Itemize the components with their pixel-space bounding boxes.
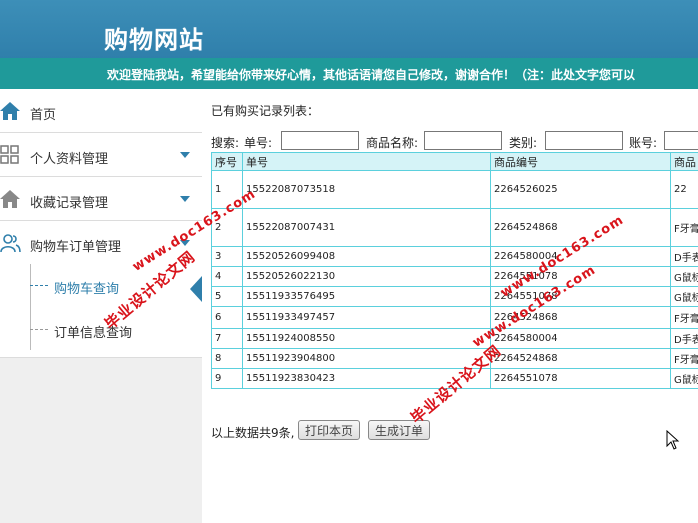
product-name-input[interactable] [424, 131, 502, 150]
column-header[interactable]: 商品编号 [490, 152, 671, 171]
table-cell: G鼠标 [670, 286, 698, 307]
sidebar-item-home[interactable]: 首页 [0, 89, 202, 133]
search-bar: 搜索: 单号: 商品名称: 类别: 账号: [211, 131, 698, 151]
home-icon [0, 102, 20, 120]
table-cell: G鼠标 [670, 368, 698, 389]
table-row[interactable]: 7155119240085502264580004D手表 [211, 328, 698, 349]
table-row[interactable]: 1 15522087073518 2264526025 22 [211, 170, 698, 209]
account-label: 账号: [629, 136, 658, 150]
table-cell: 15522087007431 [242, 208, 491, 247]
record-count: 以上数据共9条, [211, 426, 295, 440]
table-cell: 22 [670, 170, 698, 209]
table-cell: 15511924008550 [242, 328, 491, 349]
tree-dash [30, 329, 48, 330]
grid-icon [0, 145, 19, 164]
print-page-button[interactable]: 打印本页 [298, 420, 361, 440]
table-body: 1 15522087073518 2264526025 22 2 155220870074… [211, 170, 698, 389]
marquee-text: 欢迎登陆我站，希望能给你带来好心情，其他话语请您自己修改，谢谢合作！（注：此处文… [107, 68, 636, 82]
table-cell: 9 [211, 368, 243, 389]
category-label: 类别: [509, 136, 538, 150]
sidebar-item-label: 个人资料管理 [30, 152, 109, 167]
list-caption: 已有购买记录列表： [211, 104, 320, 118]
table-cell: 5 [211, 286, 243, 307]
table-cell: 15522087073518 [242, 170, 491, 209]
column-header[interactable]: 序号 [211, 152, 243, 171]
table-cell: F牙膏 [670, 348, 698, 369]
table-cell: D手表 [670, 328, 698, 349]
table-cell: 8 [211, 348, 243, 369]
table-row[interactable]: 6 15511933497457 2264524868 F牙膏 [211, 306, 698, 329]
table-cell: 15520526022130 [242, 266, 491, 287]
sidebar-item-favorites[interactable]: 收藏记录管理 [0, 177, 202, 221]
header-bar: 购物网站 [0, 0, 698, 58]
table-row[interactable]: 4155205260221302264551078G鼠标 [211, 266, 698, 287]
search-prefix-label: 搜索: [211, 136, 240, 150]
chevron-down-icon [180, 152, 190, 158]
table-cell: 4 [211, 266, 243, 287]
table-cell: 7 [211, 328, 243, 349]
table-row[interactable]: 2 15522087007431 2264524868 F牙膏 [211, 208, 698, 247]
table-row[interactable]: 3155205260994082264580004D手表 [211, 246, 698, 267]
table-cell: 6 [211, 306, 243, 329]
site-title: 购物网站 [104, 26, 204, 54]
table-cell: 3 [211, 246, 243, 267]
table-cell: 2264526025 [490, 170, 671, 209]
home-icon [0, 190, 20, 208]
table-cell: 15511933576495 [242, 286, 491, 307]
submenu-item-label: 购物车查询 [54, 282, 120, 297]
sidebar: 首页 个人资料管理 收藏记录管理 购物车订单管理 购物车查询 订单信息查询 [0, 89, 202, 523]
marquee-bar: 欢迎登陆我站，希望能给你带来好心情，其他话语请您自己修改，谢谢合作！（注：此处文… [0, 58, 698, 89]
submenu-item-order-query[interactable]: 订单信息查询 [0, 308, 202, 352]
table-cell: 15511923904800 [242, 348, 491, 369]
sidebar-item-label: 首页 [30, 108, 57, 123]
table-cell: 2264580004 [490, 328, 671, 349]
users-icon [0, 234, 21, 253]
column-header[interactable]: 单号 [242, 152, 491, 171]
tree-dash [30, 285, 48, 286]
table-row[interactable]: 5155119335764952264551078G鼠标 [211, 286, 698, 307]
column-header[interactable]: 商品 [670, 152, 698, 171]
product-name-label: 商品名称: [366, 136, 419, 150]
table-header-row: 序号 单号 商品编号 商品 [211, 152, 698, 171]
table-cell: 2264551078 [490, 368, 671, 389]
category-input[interactable] [545, 131, 623, 150]
table-cell: 2264524868 [490, 348, 671, 369]
table-cell: F牙膏 [670, 306, 698, 329]
table-row[interactable]: 8 15511923904800 2264524868 F牙膏 [211, 348, 698, 369]
mouse-pointer-icon [666, 430, 680, 450]
content-clip: 已有购买记录列表： 搜索: 单号: 商品名称: 类别: 账号: 序号 单号 商品… [202, 89, 698, 523]
table-cell: G鼠标 [670, 266, 698, 287]
active-indicator-icon [190, 276, 202, 302]
purchase-table: 序号 单号 商品编号 商品 1 15522087073518 2264526025 2… [211, 152, 698, 389]
order-no-label: 单号: [244, 136, 273, 150]
account-input[interactable] [664, 131, 698, 150]
table-cell: F牙膏 [670, 208, 698, 247]
order-no-input[interactable] [281, 131, 359, 150]
main-content: 已有购买记录列表： 搜索: 单号: 商品名称: 类别: 账号: 序号 单号 商品… [202, 89, 698, 523]
sidebar-item-label: 购物车订单管理 [30, 240, 122, 255]
chevron-down-icon [180, 196, 190, 202]
sidebar-item-profile[interactable]: 个人资料管理 [0, 133, 202, 177]
table-cell: 15520526099408 [242, 246, 491, 267]
table-cell: D手表 [670, 246, 698, 267]
table-cell: 15511933497457 [242, 306, 491, 329]
sidebar-item-label: 收藏记录管理 [30, 196, 109, 211]
